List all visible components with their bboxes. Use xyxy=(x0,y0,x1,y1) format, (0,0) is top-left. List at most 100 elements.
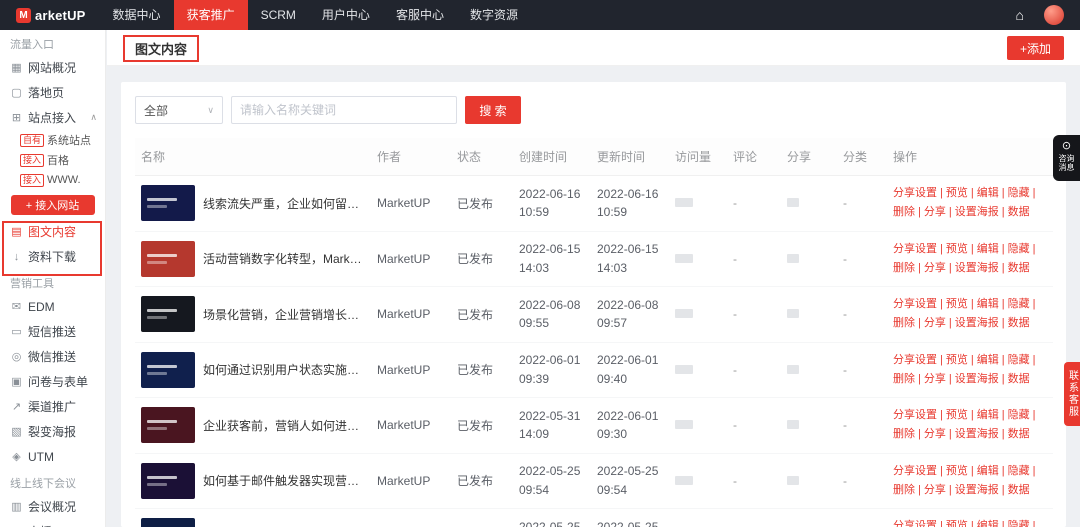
nav-item[interactable]: 获客推广 xyxy=(173,0,248,30)
action-link[interactable]: 数据 xyxy=(1008,373,1030,385)
nav-item[interactable]: SCRM xyxy=(248,0,309,30)
action-link[interactable]: 分享 xyxy=(924,428,946,440)
action-link[interactable]: 分享设置 xyxy=(893,520,937,527)
action-link[interactable]: 分享 xyxy=(924,262,946,274)
status-cell: 已发布 xyxy=(451,508,513,527)
thumbnail-text-line xyxy=(147,371,167,375)
action-link[interactable]: 数据 xyxy=(1008,484,1030,496)
action-link[interactable]: 隐藏 xyxy=(1008,465,1030,477)
action-link[interactable]: 分享 xyxy=(924,206,946,218)
sidebar-item[interactable]: ⊞ 站点接入 ∧ xyxy=(0,105,105,130)
home-icon[interactable]: ⌂ xyxy=(1016,0,1024,30)
search-input[interactable] xyxy=(231,96,457,124)
action-link[interactable]: 分享 xyxy=(924,373,946,385)
nav-item[interactable]: 用户中心 xyxy=(309,0,383,30)
sidebar-item[interactable]: ◉直播 xyxy=(0,519,105,527)
action-link[interactable]: 预览 xyxy=(946,243,968,255)
chevron-up-icon: ∧ xyxy=(90,112,97,122)
action-link[interactable]: 隐藏 xyxy=(1008,243,1030,255)
nav-item[interactable]: 数据中心 xyxy=(100,0,174,30)
sidebar-item[interactable]: ↓ 资料下载 xyxy=(0,244,105,269)
action-link[interactable]: 隐藏 xyxy=(1008,520,1030,527)
shares-bar-icon xyxy=(787,475,799,485)
action-link[interactable]: 设置海报 xyxy=(955,484,999,496)
action-link[interactable]: 编辑 xyxy=(977,409,999,421)
sidebar-subitem[interactable]: 接入 百格 xyxy=(0,150,105,170)
sidebar-subitem[interactable]: 自有 系统站点 xyxy=(0,130,105,150)
action-link[interactable]: 分享设置 xyxy=(893,409,937,421)
action-link[interactable]: 分享设置 xyxy=(893,354,937,366)
action-link[interactable]: 数据 xyxy=(1008,428,1030,440)
ops-separator: | xyxy=(940,409,943,421)
article-title[interactable]: 如何基于邮件触发器实现营销自... xyxy=(203,472,365,489)
article-title[interactable]: 活动营销数字化转型，MarketU... xyxy=(203,250,365,267)
action-link[interactable]: 删除 xyxy=(893,373,915,385)
action-link[interactable]: 编辑 xyxy=(977,354,999,366)
connect-site-button[interactable]: + 接入网站 xyxy=(10,195,95,215)
action-link[interactable]: 数据 xyxy=(1008,262,1030,274)
action-link[interactable]: 删除 xyxy=(893,206,915,218)
action-link[interactable]: 隐藏 xyxy=(1008,354,1030,366)
sidebar-item[interactable]: ▧ 裂变海报 xyxy=(0,419,105,444)
avatar[interactable] xyxy=(1044,5,1064,25)
article-title[interactable]: 场景化营销，企业营销增长的新... xyxy=(203,306,365,323)
article-title[interactable]: 企业获客前，营销人如何进行前... xyxy=(203,417,365,434)
action-link[interactable]: 删除 xyxy=(893,262,915,274)
message-float-tab[interactable]: ⊙ 咨询消息 xyxy=(1053,135,1080,181)
sidebar-subitem[interactable]: 接入 WWW. xyxy=(0,170,105,190)
add-button[interactable]: +添加 xyxy=(1006,36,1064,60)
action-link[interactable]: 分享设置 xyxy=(893,243,937,255)
sidebar-item[interactable]: ▥ 会议概况 xyxy=(0,494,105,519)
action-link[interactable]: 隐藏 xyxy=(1008,298,1030,310)
ops-separator: | xyxy=(948,428,952,441)
action-link[interactable]: 预览 xyxy=(946,465,968,477)
sidebar-item[interactable]: ▭ 短信推送 xyxy=(0,319,105,344)
nav-item[interactable]: 客服中心 xyxy=(383,0,457,30)
category-select[interactable]: 全部 ∨ xyxy=(135,96,223,124)
sidebar-item[interactable]: ◈ UTM xyxy=(0,444,105,469)
logo[interactable]: M arketUP xyxy=(0,7,100,23)
sidebar-item[interactable]: ✉ EDM xyxy=(0,294,105,319)
sidebar-item[interactable]: ↗ 渠道推广 xyxy=(0,394,105,419)
sidebar-item[interactable]: ▢ 落地页 xyxy=(0,80,105,105)
action-link[interactable]: 分享设置 xyxy=(893,298,937,310)
article-title[interactable]: 线索流失严重，企业如何留住来... xyxy=(203,195,365,212)
contact-service-tab[interactable]: 联系客服 xyxy=(1064,362,1080,426)
action-link[interactable]: 设置海报 xyxy=(955,206,999,218)
action-link[interactable]: 预览 xyxy=(946,298,968,310)
action-link[interactable]: 预览 xyxy=(946,354,968,366)
sidebar-item[interactable]: ▤ 图文内容 xyxy=(0,219,105,244)
action-link[interactable]: 分享设置 xyxy=(893,465,937,477)
action-link[interactable]: 删除 xyxy=(893,428,915,440)
action-link[interactable]: 编辑 xyxy=(977,520,999,527)
updated-time: 09:54 xyxy=(597,482,628,497)
sidebar-item[interactable]: ▣ 问卷与表单 xyxy=(0,369,105,394)
action-link[interactable]: 隐藏 xyxy=(1008,187,1030,199)
action-link[interactable]: 编辑 xyxy=(977,465,999,477)
article-title[interactable]: 如何通过识别用户状态实施精准... xyxy=(203,361,365,378)
action-link[interactable]: 预览 xyxy=(946,409,968,421)
sidebar-item[interactable]: ▦ 网站概况 xyxy=(0,55,105,80)
sidebar-item[interactable]: ◎ 微信推送 xyxy=(0,344,105,369)
action-link[interactable]: 编辑 xyxy=(977,243,999,255)
action-link[interactable]: 分享 xyxy=(924,484,946,496)
action-link[interactable]: 编辑 xyxy=(977,298,999,310)
action-link[interactable]: 删除 xyxy=(893,484,915,496)
action-link[interactable]: 预览 xyxy=(946,187,968,199)
action-link[interactable]: 预览 xyxy=(946,520,968,527)
thumbnail-text-line xyxy=(147,316,167,320)
action-link[interactable]: 设置海报 xyxy=(955,262,999,274)
action-link[interactable]: 编辑 xyxy=(977,187,999,199)
action-link[interactable]: 设置海报 xyxy=(955,373,999,385)
action-link[interactable]: 分享 xyxy=(924,317,946,329)
action-link[interactable]: 数据 xyxy=(1008,317,1030,329)
search-button[interactable]: 搜 索 xyxy=(465,96,521,124)
nav-item[interactable]: 数字资源 xyxy=(457,0,531,30)
action-link[interactable]: 设置海报 xyxy=(955,428,999,440)
action-link[interactable]: 数据 xyxy=(1008,206,1030,218)
action-link[interactable]: 分享设置 xyxy=(893,187,937,199)
visits-bar-icon xyxy=(675,420,693,430)
action-link[interactable]: 设置海报 xyxy=(955,317,999,329)
action-link[interactable]: 删除 xyxy=(893,317,915,329)
action-link[interactable]: 隐藏 xyxy=(1008,409,1030,421)
